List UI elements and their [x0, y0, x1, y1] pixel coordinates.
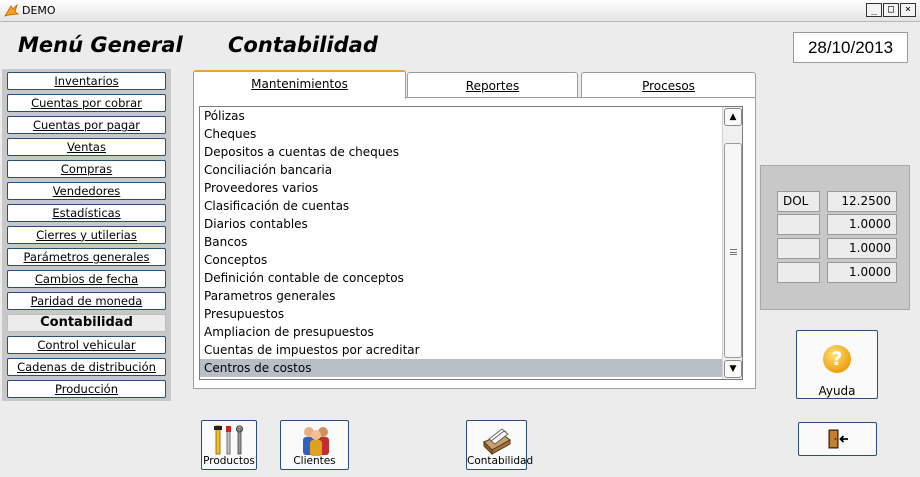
sidebar-item-vendedores[interactable]: Vendedores	[7, 182, 166, 200]
sidebar-item-inventarios[interactable]: Inventarios	[7, 72, 166, 90]
sidebar-menu: Inventarios Cuentas por cobrar Cuentas p…	[2, 69, 171, 401]
rate-code: DOL	[777, 191, 820, 212]
window-titlebar: DEMO _ □ ×	[0, 0, 920, 22]
rate-value: 1.0000	[827, 214, 897, 235]
window-title: DEMO	[22, 4, 56, 17]
list-item[interactable]: Proveedores varios	[200, 179, 723, 197]
list-item[interactable]: Depositos a cuentas de cheques	[200, 143, 723, 161]
question-icon: ?	[823, 345, 851, 373]
sidebar-item-produccion[interactable]: Producción	[7, 380, 166, 398]
currency-rates-panel: DOL 12.2500 1.0000 1.0000 1.0000	[760, 165, 910, 310]
menu-title: Menú General	[18, 33, 183, 57]
tab-reportes[interactable]: Reportes	[407, 72, 578, 98]
list-item[interactable]: Parametros generales	[200, 287, 723, 305]
grip-icon	[730, 249, 737, 255]
rate-value: 1.0000	[827, 238, 897, 259]
list-item[interactable]: Ampliacion de presupuestos	[200, 323, 723, 341]
rate-code	[777, 214, 820, 235]
tab-panel-mantenimientos: Pólizas Cheques Depositos a cuentas de c…	[193, 97, 756, 389]
sidebar-item-compras[interactable]: Compras	[7, 160, 166, 178]
section-title: Contabilidad	[228, 33, 378, 57]
list-item-selected[interactable]: Centros de costos	[200, 359, 723, 377]
list-item[interactable]: Cuentas de impuestos por acreditar	[200, 341, 723, 359]
rate-value: 1.0000	[827, 262, 897, 283]
list-item[interactable]: Definición contable de conceptos	[200, 269, 723, 287]
sidebar-item-contabilidad[interactable]: Contabilidad	[7, 314, 166, 332]
chevron-down-icon: ▼	[729, 364, 737, 374]
sidebar-item-estadisticas[interactable]: Estadísticas	[7, 204, 166, 222]
tools-icon	[214, 425, 244, 455]
productos-button[interactable]: Productos	[201, 420, 257, 470]
sidebar-item-parametros-generales[interactable]: Parámetros generales	[7, 248, 166, 266]
list-item[interactable]: Pólizas	[200, 107, 723, 125]
people-icon	[303, 427, 329, 456]
exit-button[interactable]	[798, 422, 877, 456]
contabilidad-button[interactable]: Contabilidad	[466, 420, 534, 470]
list-item[interactable]: Diarios contables	[200, 215, 723, 233]
sidebar-item-cierres-y-utilerias[interactable]: Cierres y utilerias	[7, 226, 166, 244]
close-button[interactable]: ×	[900, 3, 916, 17]
rate-code	[777, 262, 820, 283]
productos-label: Productos	[203, 455, 255, 467]
help-button[interactable]: ? Ayuda	[796, 330, 878, 399]
tab-procesos[interactable]: Procesos	[581, 72, 756, 98]
sidebar-item-cuentas-por-cobrar[interactable]: Cuentas por cobrar	[7, 94, 166, 112]
date-display: 28/10/2013	[793, 32, 908, 63]
app-logo-icon	[4, 3, 19, 17]
list-item[interactable]: Presupuestos	[200, 305, 723, 323]
sidebar-item-cambios-de-fecha[interactable]: Cambios de fecha	[7, 270, 166, 288]
sidebar-item-paridad-de-moneda[interactable]: Paridad de moneda	[7, 292, 166, 310]
list-item[interactable]: Cheques	[200, 125, 723, 143]
list-item[interactable]: Conciliación bancaria	[200, 161, 723, 179]
scrollbar-thumb[interactable]	[724, 143, 742, 358]
help-button-label: Ayuda	[818, 384, 856, 398]
exit-door-icon	[828, 429, 848, 449]
clientes-label: Clientes	[293, 455, 336, 467]
options-list[interactable]: Pólizas Cheques Depositos a cuentas de c…	[199, 106, 743, 380]
window-controls: _ □ ×	[866, 3, 916, 17]
scroll-up-button[interactable]: ▲	[724, 108, 742, 126]
chevron-up-icon: ▲	[729, 112, 737, 122]
sidebar-item-cadenas-de-distribucion[interactable]: Cadenas de distribución	[7, 358, 166, 376]
rate-value: 12.2500	[827, 191, 897, 212]
contabilidad-label: Contabilidad	[467, 455, 534, 467]
list-scrollbar[interactable]: ▲ ▼	[722, 107, 742, 379]
sidebar-item-ventas[interactable]: Ventas	[7, 138, 166, 156]
card-file-icon	[483, 428, 511, 456]
list-item[interactable]: Conceptos	[200, 251, 723, 269]
sidebar-item-cuentas-por-pagar[interactable]: Cuentas por pagar	[7, 116, 166, 134]
rate-code	[777, 238, 820, 259]
list-item[interactable]: Bancos	[200, 233, 723, 251]
sidebar-item-control-vehicular[interactable]: Control vehicular	[7, 336, 166, 354]
minimize-button[interactable]: _	[866, 3, 882, 17]
clientes-button[interactable]: Clientes	[280, 420, 349, 470]
scroll-down-button[interactable]: ▼	[724, 360, 742, 378]
tab-mantenimientos[interactable]: Mantenimientos	[193, 70, 406, 99]
list-item[interactable]: Clasificación de cuentas	[200, 197, 723, 215]
maximize-button[interactable]: □	[883, 3, 899, 17]
